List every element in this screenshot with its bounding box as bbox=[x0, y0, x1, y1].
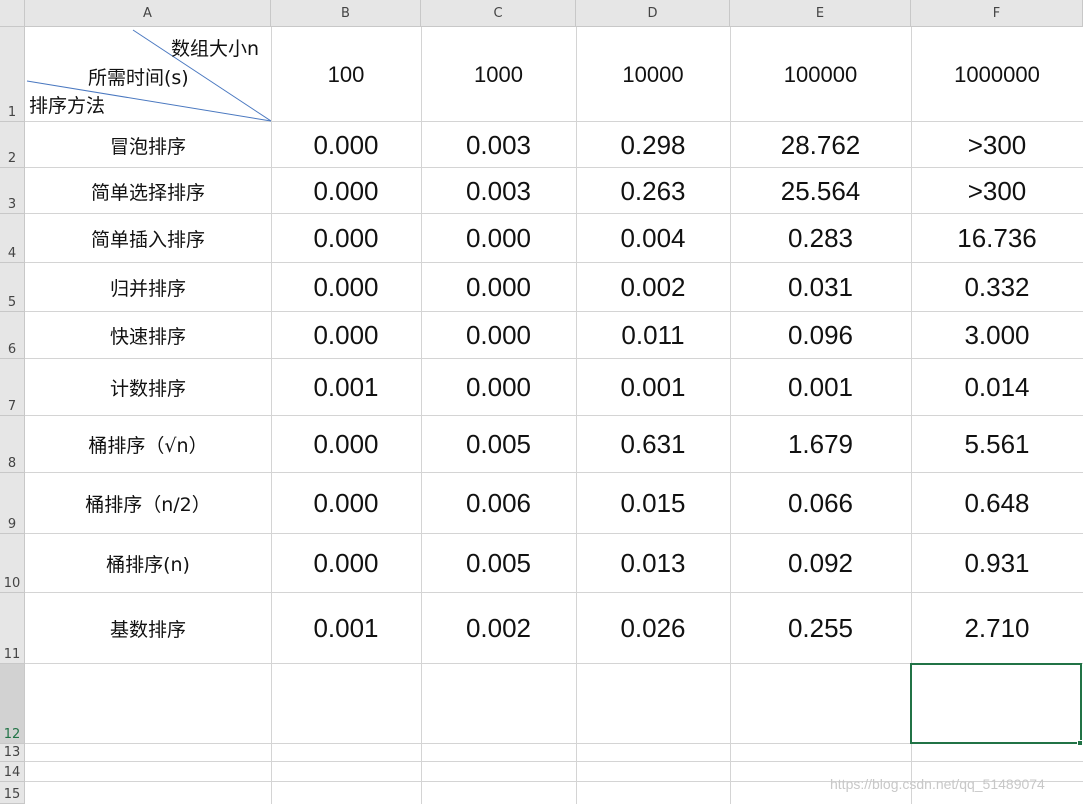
header-label-array-size: 数组大小n bbox=[171, 38, 260, 60]
fill-handle[interactable] bbox=[1077, 740, 1083, 746]
timing-value-cell[interactable]: 2.710 bbox=[911, 593, 1083, 664]
timing-value-cell[interactable]: 0.000 bbox=[271, 263, 421, 312]
timing-value-cell[interactable]: 0.000 bbox=[271, 168, 421, 214]
timing-value-cell[interactable]: 0.000 bbox=[421, 214, 576, 263]
row-header-5[interactable]: 5 bbox=[0, 263, 25, 312]
timing-value-cell[interactable]: 0.001 bbox=[271, 359, 421, 416]
row-header-4[interactable]: 4 bbox=[0, 214, 25, 263]
row-header-6[interactable]: 6 bbox=[0, 312, 25, 359]
watermark-text: https://blog.csdn.net/qq_51489074 bbox=[830, 776, 1045, 792]
row-header-11[interactable]: 11 bbox=[0, 593, 25, 664]
timing-value-cell[interactable]: 0.006 bbox=[421, 473, 576, 534]
sort-method-label[interactable]: 简单插入排序 bbox=[25, 214, 271, 263]
grid-line-horizontal bbox=[25, 761, 1083, 762]
timing-value-cell[interactable]: >300 bbox=[911, 122, 1083, 168]
timing-value-cell[interactable]: 0.002 bbox=[421, 593, 576, 664]
timing-value-cell[interactable]: 0.001 bbox=[271, 593, 421, 664]
timing-value-cell[interactable]: 0.000 bbox=[271, 122, 421, 168]
timing-value-cell[interactable]: 0.031 bbox=[730, 263, 911, 312]
row-header-15[interactable]: 15 bbox=[0, 782, 25, 804]
sort-method-label[interactable]: 桶排序（n/2） bbox=[25, 473, 271, 534]
timing-value-cell[interactable]: 0.003 bbox=[421, 168, 576, 214]
row-header-14[interactable]: 14 bbox=[0, 762, 25, 782]
row-header-10[interactable]: 10 bbox=[0, 534, 25, 593]
size-header-1000000[interactable]: 1000000 bbox=[911, 27, 1083, 122]
timing-value-cell[interactable]: 0.004 bbox=[576, 214, 730, 263]
row-header-2[interactable]: 2 bbox=[0, 122, 25, 168]
size-header-10000[interactable]: 10000 bbox=[576, 27, 730, 122]
timing-value-cell[interactable]: 0.631 bbox=[576, 416, 730, 473]
column-header-e[interactable]: E bbox=[730, 0, 911, 27]
sort-method-label[interactable]: 快速排序 bbox=[25, 312, 271, 359]
sort-method-label[interactable]: 基数排序 bbox=[25, 593, 271, 664]
timing-value-cell[interactable]: 0.003 bbox=[421, 122, 576, 168]
size-header-100000[interactable]: 100000 bbox=[730, 27, 911, 122]
row-header-7[interactable]: 7 bbox=[0, 359, 25, 416]
timing-value-cell[interactable]: 0.000 bbox=[421, 359, 576, 416]
timing-value-cell[interactable]: 1.679 bbox=[730, 416, 911, 473]
timing-value-cell[interactable]: 25.564 bbox=[730, 168, 911, 214]
timing-value-cell[interactable]: 0.000 bbox=[421, 312, 576, 359]
timing-value-cell[interactable]: 0.026 bbox=[576, 593, 730, 664]
row-header-9[interactable]: 9 bbox=[0, 473, 25, 534]
timing-value-cell[interactable]: 28.762 bbox=[730, 122, 911, 168]
timing-value-cell[interactable]: 0.002 bbox=[576, 263, 730, 312]
timing-value-cell[interactable]: 0.000 bbox=[271, 214, 421, 263]
column-header-a[interactable]: A bbox=[25, 0, 271, 27]
timing-value-cell[interactable]: 16.736 bbox=[911, 214, 1083, 263]
row-header-3[interactable]: 3 bbox=[0, 168, 25, 214]
header-cell-a1[interactable]: 数组大小n 所需时间(s) 排序方法 bbox=[25, 27, 271, 122]
timing-value-cell[interactable]: 0.000 bbox=[421, 263, 576, 312]
selected-cell-f12[interactable] bbox=[910, 663, 1082, 744]
select-all-corner[interactable] bbox=[0, 0, 25, 27]
timing-value-cell[interactable]: 0.066 bbox=[730, 473, 911, 534]
row-header-8[interactable]: 8 bbox=[0, 416, 25, 473]
timing-value-cell[interactable]: 0.001 bbox=[576, 359, 730, 416]
sort-method-label[interactable]: 简单选择排序 bbox=[25, 168, 271, 214]
timing-value-cell[interactable]: 0.014 bbox=[911, 359, 1083, 416]
timing-value-cell[interactable]: 0.000 bbox=[271, 416, 421, 473]
spreadsheet-grid[interactable]: A B C D E F 1 2 3 4 5 6 7 8 9 10 11 12 13 14 15 数组大小n 所需时间(s) 排… bbox=[0, 0, 1083, 804]
sort-method-label[interactable]: 计数排序 bbox=[25, 359, 271, 416]
column-header-c[interactable]: C bbox=[421, 0, 576, 27]
timing-value-cell[interactable]: 0.263 bbox=[576, 168, 730, 214]
row-header-12[interactable]: 12 bbox=[0, 664, 25, 744]
row-header-13[interactable]: 13 bbox=[0, 744, 25, 762]
timing-value-cell[interactable]: >300 bbox=[911, 168, 1083, 214]
timing-value-cell[interactable]: 3.000 bbox=[911, 312, 1083, 359]
timing-value-cell[interactable]: 0.015 bbox=[576, 473, 730, 534]
column-header-f[interactable]: F bbox=[911, 0, 1083, 27]
timing-value-cell[interactable]: 0.298 bbox=[576, 122, 730, 168]
sort-method-label[interactable]: 归并排序 bbox=[25, 263, 271, 312]
sort-method-label[interactable]: 冒泡排序 bbox=[25, 122, 271, 168]
header-label-time: 所需时间(s) bbox=[88, 67, 189, 89]
timing-value-cell[interactable]: 0.332 bbox=[911, 263, 1083, 312]
timing-value-cell[interactable]: 0.096 bbox=[730, 312, 911, 359]
timing-value-cell[interactable]: 0.255 bbox=[730, 593, 911, 664]
size-header-100[interactable]: 100 bbox=[271, 27, 421, 122]
timing-value-cell[interactable]: 0.001 bbox=[730, 359, 911, 416]
header-label-sort-method: 排序方法 bbox=[29, 95, 106, 117]
timing-value-cell[interactable]: 0.092 bbox=[730, 534, 911, 593]
sort-method-label[interactable]: 桶排序(n) bbox=[25, 534, 271, 593]
timing-value-cell[interactable]: 0.000 bbox=[271, 534, 421, 593]
size-header-1000[interactable]: 1000 bbox=[421, 27, 576, 122]
timing-value-cell[interactable]: 0.000 bbox=[271, 312, 421, 359]
timing-value-cell[interactable]: 0.931 bbox=[911, 534, 1083, 593]
row-header-1[interactable]: 1 bbox=[0, 27, 25, 122]
timing-value-cell[interactable]: 0.000 bbox=[271, 473, 421, 534]
timing-value-cell[interactable]: 0.283 bbox=[730, 214, 911, 263]
column-header-b[interactable]: B bbox=[271, 0, 421, 27]
timing-value-cell[interactable]: 0.013 bbox=[576, 534, 730, 593]
timing-value-cell[interactable]: 0.648 bbox=[911, 473, 1083, 534]
timing-value-cell[interactable]: 0.005 bbox=[421, 416, 576, 473]
column-header-d[interactable]: D bbox=[576, 0, 730, 27]
timing-value-cell[interactable]: 0.011 bbox=[576, 312, 730, 359]
timing-value-cell[interactable]: 0.005 bbox=[421, 534, 576, 593]
timing-value-cell[interactable]: 5.561 bbox=[911, 416, 1083, 473]
sort-method-label[interactable]: 桶排序（√n） bbox=[25, 416, 271, 473]
